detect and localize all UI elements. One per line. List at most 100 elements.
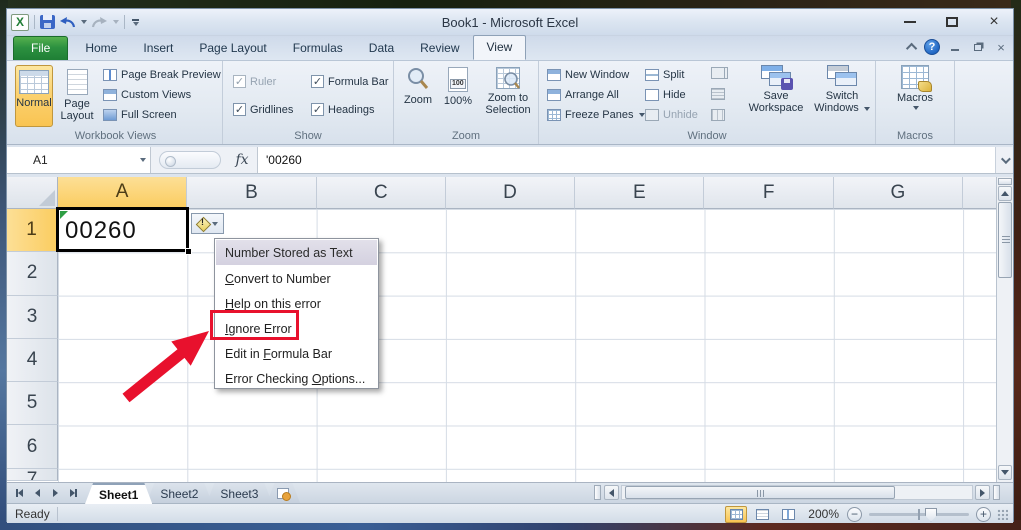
normal-view-button[interactable]: Normal xyxy=(15,65,53,127)
name-box-dropdown[interactable] xyxy=(134,147,150,173)
active-cell-border xyxy=(56,207,189,252)
page-break-preview-button[interactable]: Page Break Preview xyxy=(103,69,221,81)
macros-button[interactable]: Macros xyxy=(890,65,940,110)
split-button[interactable]: Split xyxy=(645,69,684,81)
workbook-close-icon[interactable]: × xyxy=(993,41,1009,54)
sheet-tab-sheet1[interactable]: Sheet1 xyxy=(85,483,152,504)
first-sheet-button[interactable] xyxy=(11,485,27,501)
fill-handle[interactable] xyxy=(185,248,192,255)
save-icon[interactable] xyxy=(40,15,55,29)
page-layout-view-button[interactable]: Page Layout xyxy=(57,65,97,127)
tab-view[interactable]: View xyxy=(473,35,527,60)
menu-item-error-checking-options[interactable]: Error Checking Options... xyxy=(215,366,378,391)
menu-item-ignore-error[interactable]: Ignore Error xyxy=(215,316,378,341)
horizontal-split-handle[interactable] xyxy=(993,485,1000,500)
tab-page-layout[interactable]: Page Layout xyxy=(186,37,279,60)
cells-area[interactable] xyxy=(58,209,998,482)
select-all-corner[interactable] xyxy=(7,177,58,209)
minimize-button[interactable] xyxy=(897,13,923,31)
synchronous-scrolling-button[interactable] xyxy=(711,88,725,100)
row-header-3[interactable]: 3 xyxy=(7,296,58,339)
scroll-down-button[interactable] xyxy=(998,465,1012,480)
gridlines-checkbox[interactable]: ✓ Gridlines xyxy=(233,103,293,116)
error-options-button[interactable]: ! xyxy=(191,213,224,234)
zoom-100-button[interactable]: 100 100% xyxy=(439,67,477,107)
headings-checkbox[interactable]: ✓ Headings xyxy=(311,103,374,116)
row-header-5[interactable]: 5 xyxy=(7,382,58,425)
column-header-d[interactable]: D xyxy=(446,177,575,209)
arrange-all-button[interactable]: Arrange All xyxy=(547,89,619,101)
maximize-button[interactable] xyxy=(939,13,965,31)
zoom-slider[interactable] xyxy=(869,513,969,516)
row-header-6[interactable]: 6 xyxy=(7,425,58,468)
formula-input[interactable]: '00260 xyxy=(257,147,995,173)
horizontal-scroll-track[interactable] xyxy=(621,485,973,500)
hide-button[interactable]: Hide xyxy=(645,89,686,101)
custom-views-button[interactable]: Custom Views xyxy=(103,89,191,101)
reset-window-position-button[interactable] xyxy=(711,109,725,121)
ruler-checkbox[interactable]: ✓ Ruler xyxy=(233,75,276,88)
column-header-b[interactable]: B xyxy=(187,177,316,209)
workbook-restore-icon[interactable] xyxy=(970,41,986,54)
horizontal-scrollbar[interactable] xyxy=(594,483,1000,502)
sheet-tab-sheet3[interactable]: Sheet3 xyxy=(206,483,272,504)
insert-function-button[interactable]: fx xyxy=(227,147,257,173)
status-normal-view-button[interactable] xyxy=(725,506,747,523)
chevron-down-icon xyxy=(212,222,218,226)
column-header-partial[interactable] xyxy=(963,177,997,209)
sheet-tab-sheet2[interactable]: Sheet2 xyxy=(146,483,212,504)
group-zoom: Zoom 100 100% Zoom to Selection Zoom xyxy=(394,61,539,144)
checkbox-checked-icon: ✓ xyxy=(233,103,246,116)
column-header-a[interactable]: A xyxy=(58,177,187,209)
menu-item-convert-to-number[interactable]: Convert to Number xyxy=(215,266,378,291)
freeze-panes-button[interactable]: Freeze Panes xyxy=(547,109,645,121)
tab-split-handle[interactable] xyxy=(594,485,601,500)
column-header-f[interactable]: F xyxy=(704,177,833,209)
zoom-to-selection-button[interactable]: Zoom to Selection xyxy=(480,67,536,116)
workbook-minimize-icon[interactable] xyxy=(947,41,963,54)
save-workspace-button[interactable]: Save Workspace xyxy=(743,65,809,114)
switch-windows-button[interactable]: Switch Windows xyxy=(811,65,873,114)
row-header-2[interactable]: 2 xyxy=(7,252,58,295)
tab-insert[interactable]: Insert xyxy=(130,37,186,60)
zoom-slider-thumb[interactable] xyxy=(925,508,937,522)
status-page-layout-view-button[interactable] xyxy=(751,506,773,523)
resize-grip[interactable] xyxy=(995,505,1007,523)
row-header-1[interactable]: 1 xyxy=(7,209,58,252)
column-header-e[interactable]: E xyxy=(575,177,704,209)
scroll-up-button[interactable] xyxy=(998,186,1012,201)
full-screen-button[interactable]: Full Screen xyxy=(103,109,177,121)
expand-formula-bar-button[interactable] xyxy=(995,147,1013,173)
vertical-scroll-thumb[interactable] xyxy=(998,202,1012,278)
close-button[interactable]: × xyxy=(981,13,1007,31)
column-header-g[interactable]: G xyxy=(834,177,963,209)
help-icon[interactable]: ? xyxy=(924,39,940,55)
menu-item-edit-in-formula-bar[interactable]: Edit in Formula Bar xyxy=(215,341,378,366)
view-side-by-side-button[interactable] xyxy=(711,67,725,79)
tab-data[interactable]: Data xyxy=(356,37,407,60)
next-sheet-button[interactable] xyxy=(47,485,63,501)
last-sheet-button[interactable] xyxy=(65,485,81,501)
vertical-scrollbar[interactable] xyxy=(996,177,1013,482)
status-page-break-view-button[interactable] xyxy=(777,506,799,523)
scroll-left-button[interactable] xyxy=(604,485,619,500)
row-header-7[interactable]: 7 xyxy=(7,469,58,481)
menu-item-help-on-this-error[interactable]: Help on this error xyxy=(215,291,378,316)
horizontal-scroll-thumb[interactable] xyxy=(625,486,895,499)
row-header-4[interactable]: 4 xyxy=(7,339,58,382)
zoom-button[interactable]: Zoom xyxy=(399,67,437,106)
insert-worksheet-button[interactable] xyxy=(266,483,300,504)
tab-review[interactable]: Review xyxy=(407,37,472,60)
vertical-split-handle[interactable] xyxy=(998,178,1012,185)
tab-file[interactable]: File xyxy=(13,36,68,60)
scroll-right-button[interactable] xyxy=(975,485,990,500)
previous-sheet-button[interactable] xyxy=(29,485,45,501)
zoom-out-button[interactable]: − xyxy=(847,507,862,522)
new-window-button[interactable]: New Window xyxy=(547,69,629,81)
name-box[interactable]: A1 xyxy=(7,147,151,173)
tab-formulas[interactable]: Formulas xyxy=(280,37,356,60)
tab-home[interactable]: Home xyxy=(72,37,130,60)
column-header-c[interactable]: C xyxy=(317,177,446,209)
formula-bar-checkbox[interactable]: ✓ Formula Bar xyxy=(311,75,389,88)
zoom-in-button[interactable]: + xyxy=(976,507,991,522)
